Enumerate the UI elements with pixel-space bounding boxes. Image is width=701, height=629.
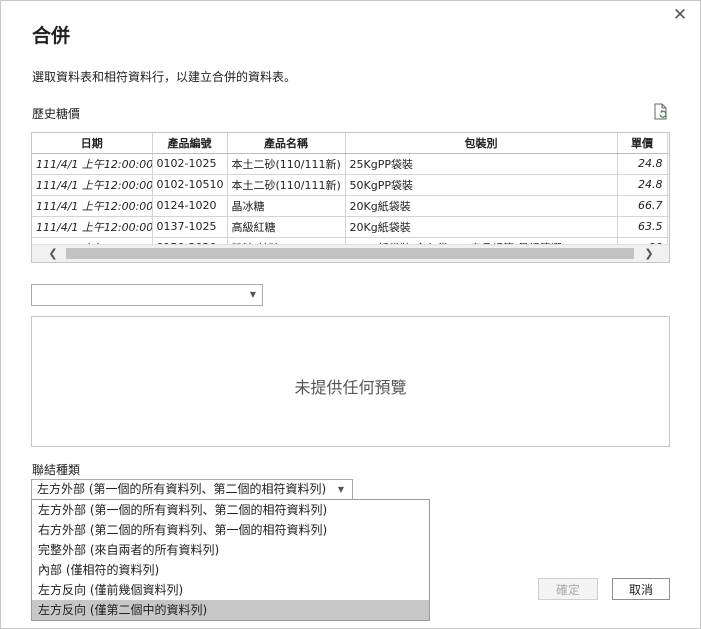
column-header-package[interactable]: 包裝別 (345, 133, 618, 154)
cell-code: 0137-1025 (152, 216, 228, 238)
table-row: 111/4/1 上午12:00:00 0102-10510 本土二砂(110/1… (32, 174, 669, 196)
cell-price: 66.7 (617, 195, 668, 217)
first-table-preview: 日期 產品編號 產品名稱 包裝別 單價 111/4/1 上午12:00:00 0… (31, 132, 670, 263)
scroll-left-icon[interactable]: ❮ (44, 245, 62, 262)
cell-code: 0102-1025 (152, 153, 228, 175)
no-preview-message: 未提供任何預覽 (294, 378, 407, 397)
cell-package: 50KgPP袋裝 (345, 174, 618, 196)
refresh-preview-icon[interactable] (652, 103, 670, 121)
dialog-description: 選取資料表和相符資料行，以建立合併的資料表。 (32, 70, 297, 84)
chevron-down-icon: ▼ (337, 485, 344, 494)
join-kind-dropdown-list: 左方外部 (第一個的所有資料列、第二個的相符資料列) 右方外部 (第二個的所有資… (31, 499, 430, 621)
cell-package: 25KgPP袋裝 (345, 153, 618, 175)
join-option-right-anti[interactable]: 左方反向 (僅第二個中的資料列) (32, 600, 429, 620)
join-option-inner[interactable]: 內部 (僅相符的資料列) (32, 560, 429, 580)
horizontal-scrollbar[interactable]: ❮ ❯ (32, 244, 669, 262)
first-table-name: 歷史糖價 (32, 107, 81, 121)
cell-package: 20Kg紙袋裝 (345, 216, 618, 238)
column-header-unit-price[interactable]: 單價 (617, 133, 668, 154)
scrollbar-thumb[interactable] (66, 248, 634, 259)
join-kind-selected-value: 左方外部 (第一個的所有資料列、第二個的相符資料列) (37, 482, 327, 496)
ok-button[interactable]: 確定 (538, 578, 598, 600)
merge-dialog: ✕ 合併 選取資料表和相符資料行，以建立合併的資料表。 歷史糖價 日期 產品編號… (0, 0, 701, 629)
cell-name: 晶冰糖 (227, 195, 346, 217)
cell-package: 20Kg紙袋裝 (345, 195, 618, 217)
column-header-date[interactable]: 日期 (32, 133, 153, 154)
cell-code: 0102-10510 (152, 174, 228, 196)
cell-date: 111/4/1 上午12:00:00 (32, 216, 153, 238)
join-option-left-outer[interactable]: 左方外部 (第一個的所有資料列、第二個的相符資料列) (32, 500, 429, 520)
table-row: 111/4/1 上午12:00:00 0137-1025 高級紅糖 20Kg紙袋… (32, 216, 669, 238)
cell-overflow (667, 216, 669, 238)
second-table-select[interactable]: ▼ (31, 284, 263, 306)
cell-overflow (667, 174, 669, 196)
join-option-full-outer[interactable]: 完整外部 (來自兩者的所有資料列) (32, 540, 429, 560)
cell-name: 本土二砂(110/111新) (227, 153, 346, 175)
table-row: 111/4/1 上午12:00:00 0102-1025 本土二砂(110/11… (32, 153, 669, 175)
cell-overflow (667, 195, 669, 217)
cell-overflow (667, 153, 669, 175)
cell-date: 111/4/1 上午12:00:00 (32, 174, 153, 196)
scroll-right-icon[interactable]: ❯ (640, 245, 658, 262)
cancel-button[interactable]: 取消 (612, 578, 670, 600)
cell-price: 63.5 (617, 216, 668, 238)
join-kind-select[interactable]: 左方外部 (第一個的所有資料列、第二個的相符資料列) ▼ (31, 479, 353, 500)
join-option-left-anti[interactable]: 左方反向 (僅前幾個資料列) (32, 580, 429, 600)
join-option-right-outer[interactable]: 右方外部 (第二個的所有資料列、第一個的相符資料列) (32, 520, 429, 540)
table-row: 111/4/1 上午12:00:00 0124-1020 晶冰糖 20Kg紙袋裝… (32, 195, 669, 217)
cell-date: 111/4/1 上午12:00:00 (32, 195, 153, 217)
cell-name: 高級紅糖 (227, 216, 346, 238)
column-header-overflow (667, 133, 669, 154)
chevron-down-icon: ▼ (249, 290, 256, 299)
column-header-product-name[interactable]: 產品名稱 (227, 133, 346, 154)
second-table-preview: 未提供任何預覽 (31, 316, 670, 447)
cell-date: 111/4/1 上午12:00:00 (32, 153, 153, 175)
cell-price: 24.8 (617, 153, 668, 175)
table-header-row: 日期 產品編號 產品名稱 包裝別 單價 (32, 133, 669, 154)
column-header-product-code[interactable]: 產品編號 (152, 133, 228, 154)
cell-price: 24.8 (617, 174, 668, 196)
dialog-title: 合併 (32, 25, 71, 47)
cell-name: 本土二砂(110/111新) (227, 174, 346, 196)
first-table-grid: 日期 產品編號 產品名稱 包裝別 單價 111/4/1 上午12:00:00 0… (32, 133, 669, 259)
cell-code: 0124-1020 (152, 195, 228, 217)
close-icon[interactable]: ✕ (670, 5, 690, 25)
join-kind-label: 聯結種類 (32, 463, 81, 477)
